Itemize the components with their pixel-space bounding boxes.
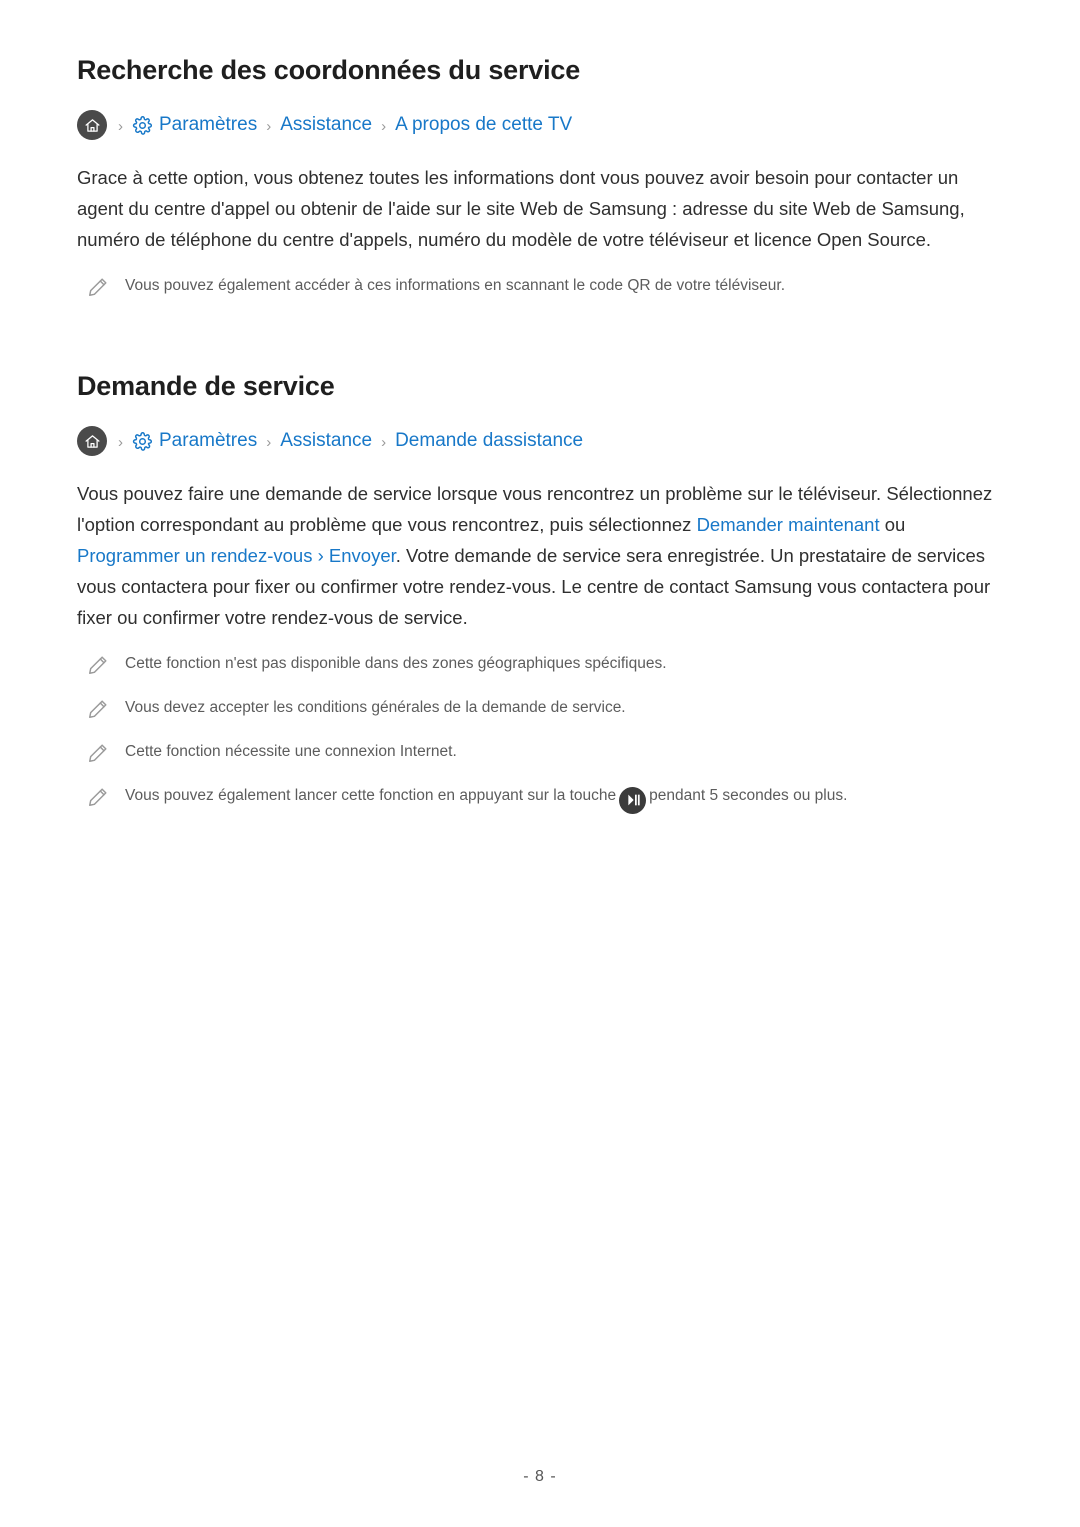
section-service-request: Demande de service › Paramètres › Assist… [77,371,1002,814]
page-content: Recherche des coordonnées du service › P… [77,55,1002,814]
breadcrumb-item-apropos[interactable]: A propos de cette TV [395,114,572,136]
section-paragraph: Vous pouvez faire une demande de service… [77,478,1002,633]
note-text: Cette fonction n'est pas disponible dans… [125,655,667,672]
breadcrumb-separator: › [381,433,387,451]
breadcrumb-separator: › [266,117,272,135]
para-part-highlight[interactable]: Programmer un rendez-vous [77,545,312,566]
breadcrumb-separator: › [118,117,123,135]
note-item: Cette fonction nécessite une connexion I… [77,739,1002,769]
gear-icon [132,115,153,136]
page-number: - 8 - [523,1468,557,1485]
document-page: Recherche des coordonnées du service › P… [0,0,1080,1527]
note-item: Vous devez accepter les conditions génér… [77,695,1002,725]
breadcrumb: › Paramètres › Assistance › Demande dass… [77,426,1002,456]
pencil-icon [87,698,111,728]
note-item-with-button-icon: Vous pouvez également lancer cette fonct… [77,783,1002,814]
breadcrumb-separator: › [266,433,272,451]
note-text: Vous devez accepter les conditions génér… [125,699,626,716]
breadcrumb-separator: › [118,433,123,451]
note-text: Vous pouvez également lancer cette fonct… [125,783,1002,814]
gear-icon [132,431,153,452]
note-text-after: pendant 5 secondes ou plus. [649,787,848,804]
pencil-icon [87,742,111,772]
page-title: Recherche des coordonnées du service [77,55,581,85]
para-part-highlight[interactable]: Envoyer [329,545,396,566]
pencil-icon [87,786,111,816]
pencil-icon [87,654,111,684]
para-part: ou [879,514,906,535]
note-text: Vous pouvez également accéder à ces info… [125,277,785,294]
note-text: Cette fonction nécessite une connexion I… [125,743,457,760]
notes-list: Vous pouvez également accéder à ces info… [77,273,1002,303]
pencil-icon [87,276,111,306]
breadcrumb-item-demande[interactable]: Demande dassistance [395,430,583,452]
note-item: Vous pouvez également accéder à ces info… [77,273,1002,303]
para-part-separator: › [312,545,329,566]
breadcrumb-item-assistance[interactable]: Assistance [280,430,372,452]
para-part-highlight[interactable]: Demander maintenant [697,514,880,535]
play-pause-icon [619,786,647,814]
note-text-before: Vous pouvez également lancer cette fonct… [125,787,617,804]
breadcrumb-item-parametres[interactable]: Paramètres [159,430,257,452]
note-item: Cette fonction n'est pas disponible dans… [77,651,1002,681]
breadcrumb-item-parametres[interactable]: Paramètres [159,114,257,136]
section-service-contact: Recherche des coordonnées du service › P… [77,55,1002,303]
home-icon [77,426,107,456]
breadcrumb-separator: › [381,117,387,135]
breadcrumb-item-assistance[interactable]: Assistance [280,114,372,136]
breadcrumb: › Paramètres › Assistance › A propos de … [77,110,1002,140]
page-title: Demande de service [77,371,335,401]
home-icon [77,110,107,140]
notes-list: Cette fonction n'est pas disponible dans… [77,651,1002,814]
section-paragraph: Grace à cette option, vous obtenez toute… [77,167,965,250]
